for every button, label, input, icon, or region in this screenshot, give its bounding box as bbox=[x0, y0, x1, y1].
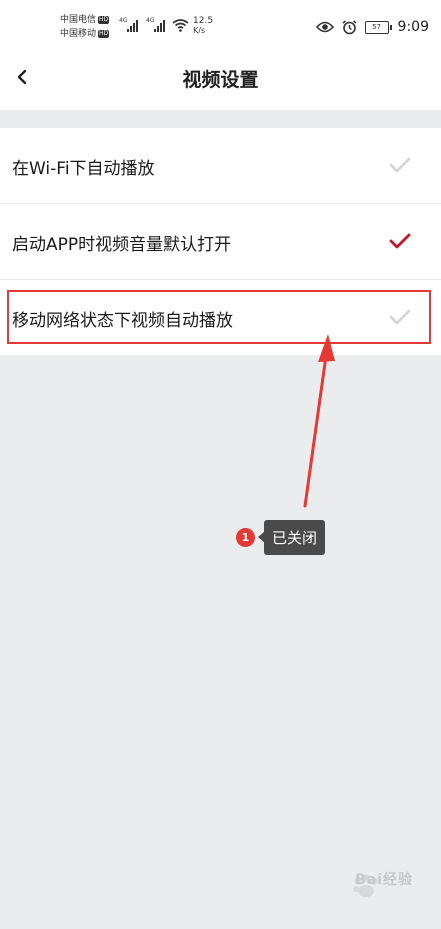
setting-label: 移动网络状态下视频自动播放 bbox=[12, 311, 233, 331]
setting-row-default-volume[interactable]: 启动APP时视频音量默认打开 bbox=[0, 204, 441, 280]
setting-row-mobile-autoplay[interactable]: 移动网络状态下视频自动播放 bbox=[0, 280, 441, 355]
annotation-label: 已关闭 bbox=[257, 520, 326, 555]
speed-unit: K/s bbox=[193, 26, 206, 35]
carrier-1: 中国电信 HD bbox=[60, 15, 110, 25]
checkmark-icon bbox=[389, 309, 411, 325]
eye-icon bbox=[315, 21, 334, 33]
setting-row-wifi-autoplay[interactable]: 在Wi-Fi下自动播放 bbox=[0, 128, 441, 204]
status-bar: 中国电信 HD 中国移动 HD 4G 4G 12.5 K/s 57 9:09 bbox=[0, 0, 441, 52]
carrier-2-name: 中国移动 bbox=[60, 29, 97, 39]
annotation-number: 1 bbox=[236, 528, 255, 547]
hd-badge-2: HD bbox=[98, 29, 110, 38]
battery-level: 57 bbox=[364, 20, 392, 34]
page-title: 视频设置 bbox=[182, 69, 259, 91]
watermark-text: Bai经验 bbox=[355, 872, 413, 888]
setting-label: 在Wi-Fi下自动播放 bbox=[12, 159, 155, 179]
settings-list: 在Wi-Fi下自动播放 启动APP时视频音量默认打开 移动网络状态下视频自动播放 bbox=[0, 128, 441, 355]
battery-icon: 57 bbox=[364, 20, 392, 34]
carrier-1-name: 中国电信 bbox=[60, 15, 97, 25]
wifi-icon bbox=[172, 19, 189, 32]
setting-label: 启动APP时视频音量默认打开 bbox=[12, 235, 232, 255]
hd-badge-1: HD bbox=[98, 15, 110, 24]
annotation-arrow bbox=[303, 334, 335, 508]
header: 视频设置 bbox=[0, 52, 441, 110]
network-speed: 12.5 K/s bbox=[193, 16, 213, 36]
carrier-2: 中国移动 HD bbox=[60, 29, 110, 39]
alarm-icon bbox=[342, 19, 357, 35]
checkmark-icon bbox=[389, 157, 411, 173]
status-right: 57 9:09 bbox=[308, 19, 429, 35]
clock: 9:09 bbox=[397, 19, 429, 35]
speed-value: 12.5 bbox=[193, 16, 214, 26]
annotation: 1 已关闭 bbox=[236, 520, 326, 555]
checkmark-icon bbox=[389, 233, 411, 249]
